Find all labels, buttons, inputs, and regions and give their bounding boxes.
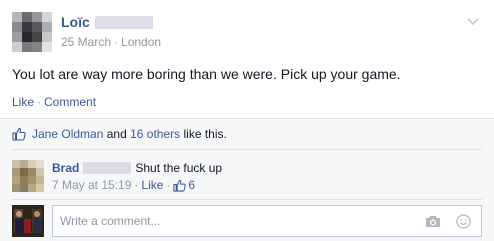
post-location[interactable]: London (121, 35, 161, 49)
like-link[interactable]: Like (12, 95, 34, 109)
likes-and: and (106, 127, 127, 141)
author-avatar[interactable] (12, 12, 52, 52)
post-date[interactable]: 25 March (61, 35, 111, 49)
likes-others[interactable]: 16 others (130, 127, 180, 141)
comment-like-link[interactable]: Like (141, 178, 163, 192)
commenter-name[interactable]: Brad (52, 161, 79, 175)
comment-time[interactable]: 7 May at 15:19 (52, 178, 131, 192)
camera-icon[interactable] (425, 215, 441, 228)
feed-post: Loïc 25 March · London You lot are way mor… (0, 0, 494, 241)
comment-body: Brad Shut the fuck up (52, 160, 222, 176)
liker-name[interactable]: Jane Oldman (32, 127, 103, 141)
comment-separator: · (134, 178, 139, 192)
smiley-icon[interactable] (456, 214, 471, 229)
viewer-avatar (12, 205, 44, 237)
action-separator: · (37, 95, 42, 109)
comment-text: Shut the fuck up (135, 161, 223, 175)
thumbs-up-icon (173, 179, 187, 192)
author-name[interactable]: Loïc (61, 14, 90, 30)
divider (12, 199, 482, 200)
chevron-down-icon[interactable] (466, 14, 480, 28)
feedback-section: Jane Oldman and 16 others like this. Bra… (0, 118, 494, 241)
redacted-surname (94, 15, 153, 29)
divider (12, 149, 482, 150)
comment-link[interactable]: Comment (44, 95, 96, 109)
meta-separator: · (114, 35, 119, 49)
comment-composer[interactable] (52, 205, 482, 237)
likes-suffix: like this. (183, 127, 227, 141)
redacted-surname (83, 162, 132, 174)
post-actions: Like · Comment (12, 95, 96, 109)
comment-like-count[interactable]: 6 (188, 178, 195, 192)
likes-summary: Jane Oldman and 16 others like this. (12, 125, 227, 143)
comment-separator-2: · (166, 178, 171, 192)
viewer-photo (12, 205, 44, 237)
post-text: You lot are way more boring than we were… (12, 66, 401, 82)
post-meta: 25 March · London (61, 35, 161, 49)
comment-input[interactable] (53, 206, 393, 236)
comment-meta: 7 May at 15:19 · Like · 6 (52, 178, 195, 192)
commenter-avatar[interactable] (12, 160, 44, 192)
author-row: Loïc (61, 13, 153, 31)
thumbs-up-icon (12, 127, 26, 141)
